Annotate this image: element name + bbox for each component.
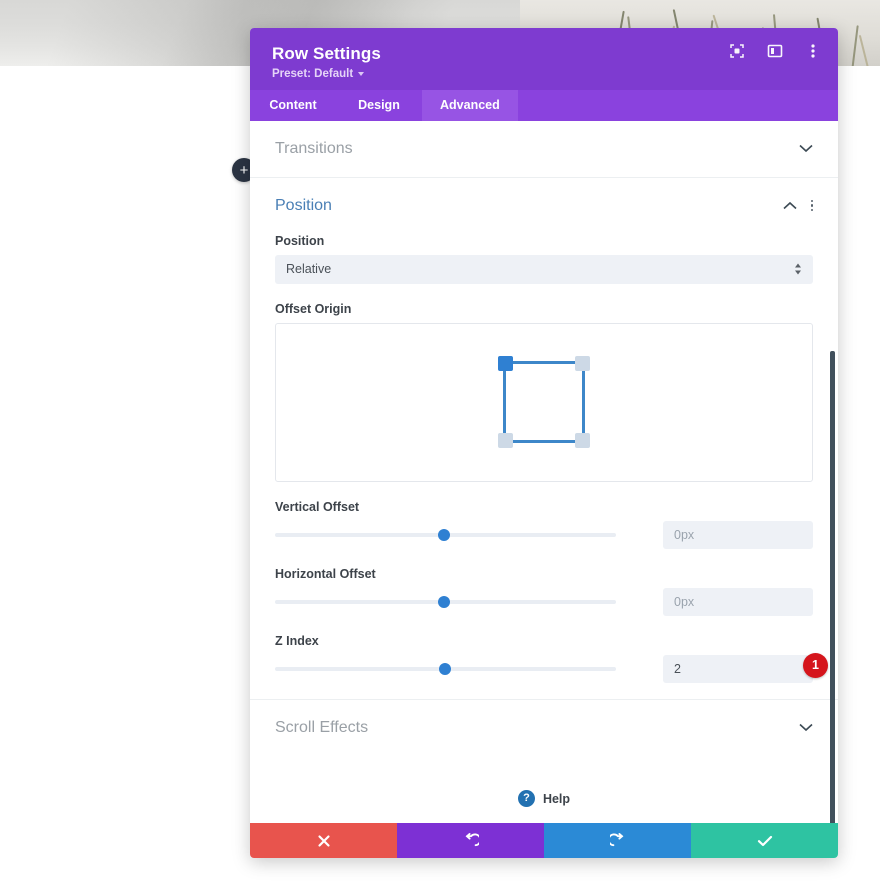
section-transitions-title: Transitions xyxy=(275,139,353,157)
z-index-slider[interactable] xyxy=(275,660,616,678)
position-select[interactable]: Relative xyxy=(275,254,813,284)
z-index-input[interactable]: 2 xyxy=(663,654,813,683)
preset-selector[interactable]: Preset: Default xyxy=(272,68,816,80)
origin-handle-bottom-right[interactable] xyxy=(575,433,590,449)
section-position-controls xyxy=(782,199,813,212)
preset-label: Preset: Default xyxy=(272,67,354,80)
section-transitions[interactable]: Transitions xyxy=(250,121,838,178)
row-settings-modal: Row Settings Preset: Default Content Des… xyxy=(250,28,838,858)
header-actions xyxy=(728,42,822,60)
offset-origin-field: Offset Origin xyxy=(275,302,813,482)
origin-edge-right xyxy=(582,362,585,443)
section-options-icon[interactable] xyxy=(810,199,813,212)
z-index-label: Z Index xyxy=(275,633,319,648)
vertical-offset-field: Vertical Offset 0px xyxy=(275,500,813,549)
z-index-field: Z Index 2 1 xyxy=(275,633,828,683)
slider-thumb[interactable] xyxy=(438,528,450,541)
status-badge: 1 xyxy=(803,652,828,678)
section-scroll-effects[interactable]: Scroll Effects xyxy=(250,698,838,756)
modal-header: Row Settings Preset: Default xyxy=(250,28,838,90)
help-icon: ? xyxy=(517,790,535,808)
slider-thumb[interactable] xyxy=(438,595,450,608)
save-button[interactable] xyxy=(691,823,838,858)
section-position-body: Position Relative Offset Origin Vertical… xyxy=(250,234,838,699)
vertical-offset-slider[interactable] xyxy=(275,526,616,544)
select-arrows-icon xyxy=(794,263,802,275)
vertical-offset-row: 0px xyxy=(275,520,813,549)
chevron-down-icon xyxy=(358,72,365,77)
focus-target-icon[interactable] xyxy=(728,42,746,60)
horizontal-offset-row: 0px xyxy=(275,587,813,616)
vertical-offset-label: Vertical Offset xyxy=(275,499,360,514)
section-position-title: Position xyxy=(275,196,332,214)
origin-edge-top xyxy=(504,361,584,365)
add-row-plus-icon: + xyxy=(239,161,249,179)
chevron-up-icon[interactable] xyxy=(782,199,797,212)
position-select-value: Relative xyxy=(286,262,332,277)
modal-scrollbar[interactable] xyxy=(830,350,835,823)
section-position-header[interactable]: Position xyxy=(250,178,838,234)
modal-footer xyxy=(250,823,838,858)
section-scroll-effects-title: Scroll Effects xyxy=(275,718,369,736)
chevron-down-icon xyxy=(799,721,813,734)
z-index-row: 2 1 xyxy=(275,652,828,683)
tab-content[interactable]: Content xyxy=(250,90,336,121)
panel-layout-icon[interactable] xyxy=(766,42,784,60)
help-label: Help xyxy=(542,791,571,806)
tab-advanced[interactable]: Advanced xyxy=(422,89,518,121)
horizontal-offset-slider[interactable] xyxy=(275,593,616,611)
undo-button[interactable] xyxy=(397,823,544,858)
offset-origin-label: Offset Origin xyxy=(275,301,352,316)
origin-edge-left xyxy=(503,362,506,443)
offset-origin-picker[interactable] xyxy=(275,322,813,482)
horizontal-offset-label: Horizontal Offset xyxy=(275,566,376,581)
modal-tabs: Content Design Advanced xyxy=(250,89,838,121)
cancel-button[interactable] xyxy=(250,823,397,858)
help-link[interactable]: ? Help xyxy=(250,756,838,823)
redo-button[interactable] xyxy=(544,823,691,858)
position-field: Position Relative xyxy=(275,234,813,284)
slider-thumb[interactable] xyxy=(439,662,451,675)
offset-origin-grid xyxy=(498,356,590,449)
origin-handle-top-left[interactable] xyxy=(498,356,513,372)
more-options-icon[interactable] xyxy=(804,42,822,60)
tab-design[interactable]: Design xyxy=(336,90,422,121)
vertical-offset-input[interactable]: 0px xyxy=(663,520,813,549)
modal-body: Transitions Position Position Relative O… xyxy=(250,120,838,823)
position-field-label: Position xyxy=(275,233,325,248)
horizontal-offset-field: Horizontal Offset 0px xyxy=(275,567,813,616)
origin-handle-bottom-left[interactable] xyxy=(498,433,513,449)
origin-edge-bottom xyxy=(504,440,584,444)
origin-handle-top-right[interactable] xyxy=(575,356,590,372)
chevron-down-icon xyxy=(799,142,813,155)
horizontal-offset-input[interactable]: 0px xyxy=(663,587,813,616)
